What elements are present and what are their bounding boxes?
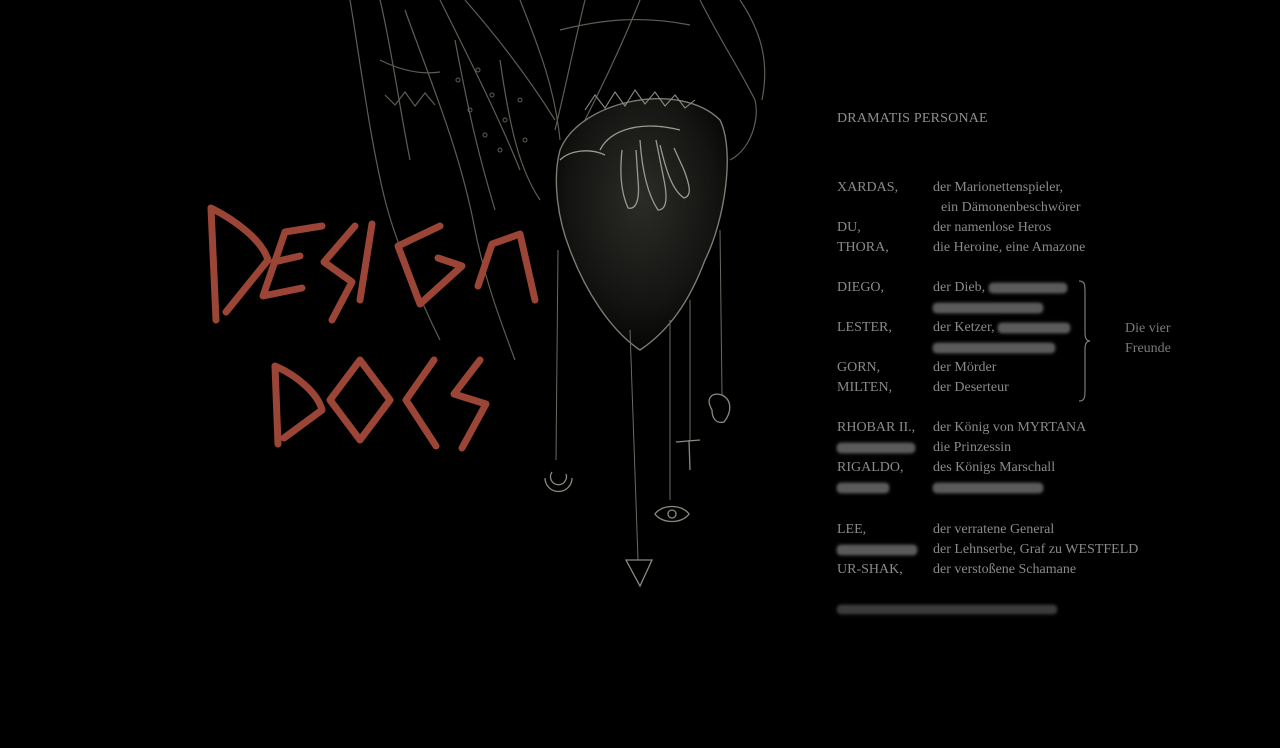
cast-row: LESTER, der Ketzer, [837, 318, 1257, 338]
redaction-mark [933, 482, 1043, 493]
cast-row [837, 298, 1257, 318]
redaction-mark [933, 342, 1055, 353]
robe-dots [455, 67, 528, 153]
group-label: Die vier Freunde [1125, 319, 1171, 359]
cast-name [837, 540, 917, 560]
cast-row: XARDAS, der Marionettenspieler, [837, 178, 1257, 198]
cast-name: LEE, [837, 522, 867, 537]
cast-row: der Lehnserbe, Graf zu WESTFELD [837, 540, 1257, 560]
redaction-mark [837, 605, 1057, 615]
cast-role: der König von MYRTANA [933, 420, 1087, 435]
cast-row: MILTEN, der Deserteur [837, 378, 1257, 398]
cast-name: XARDAS, [837, 180, 899, 195]
cast-role: die Prinzessin [933, 440, 1012, 455]
cast-role: des Königs Marschall [933, 460, 1056, 475]
cast-row: RIGALDO, des Königs Marschall [837, 458, 1257, 478]
cast-row [837, 600, 1257, 620]
cast-name: RIGALDO, [837, 460, 904, 475]
cast-name: LESTER, [837, 320, 892, 335]
cast-row: DIEGO, der Dieb, [837, 278, 1257, 298]
cast-role: die Heroine, eine Amazone [933, 240, 1086, 255]
cast-name [837, 438, 915, 458]
redaction-mark [837, 442, 915, 453]
cast-role [933, 478, 1043, 498]
dramatis-personae-panel: DRAMATIS PERSONAE XARDAS, der Marionette… [837, 0, 1257, 748]
cast-role: der Deserteur [933, 380, 1009, 395]
redaction-mark [988, 282, 1067, 293]
cast-row: UR-SHAK, der verstoßene Schamane [837, 560, 1257, 580]
cast-role: der verstoßene Schamane [933, 562, 1077, 577]
cast-row: THORA, die Heroine, eine Amazone [837, 238, 1257, 258]
cast-row: ein Dämonenbeschwörer [837, 198, 1257, 218]
cast-name: THORA, [837, 240, 889, 255]
cast-role: der namenlose Heros [933, 220, 1052, 235]
cast-name: RHOBAR II., [837, 420, 916, 435]
cast-role: der Ketzer, [933, 318, 1071, 338]
cast-name: GORN, [837, 360, 881, 375]
cast-row: GORN, der Mörder [837, 358, 1257, 378]
mask-shape [555, 98, 728, 351]
cast-heading: DRAMATIS PERSONAE [837, 111, 988, 126]
cast-role: der verratene General [933, 522, 1055, 537]
cast-row [837, 338, 1257, 358]
cast-role: der Lehnserbe, Graf zu WESTFELD [933, 542, 1139, 557]
cast-row: RHOBAR II., der König von MYRTANA [837, 418, 1257, 438]
cast-role [933, 298, 1043, 318]
cast-role [933, 338, 1055, 358]
charms [544, 393, 731, 588]
cast-row: DU, der namenlose Heros [837, 218, 1257, 238]
cast-role: ein Dämonenbeschwörer [941, 200, 1081, 215]
cast-name: DU, [837, 220, 861, 235]
cast-name: DIEGO, [837, 280, 885, 295]
group-label-line: Freunde [1125, 341, 1171, 356]
redaction-mark [837, 482, 889, 493]
cast-name: UR-SHAK, [837, 562, 903, 577]
cast-role-text: der Dieb, [933, 280, 986, 295]
redaction-mark [933, 302, 1043, 313]
redaction-mark [837, 544, 917, 555]
group-bracket [1078, 280, 1091, 402]
cast-row: die Prinzessin [837, 438, 1257, 458]
cast-role-text: der Ketzer, [933, 320, 995, 335]
cast-role: der Dieb, [933, 278, 1067, 298]
cast-role: der Mörder [933, 360, 997, 375]
cast-name [837, 600, 1057, 620]
cast-row [837, 478, 1257, 498]
cast-row: LEE, der verratene General [837, 520, 1257, 540]
cast-role: der Marionettenspieler, [933, 180, 1064, 195]
cast-name [837, 478, 889, 498]
cast-name: MILTEN, [837, 380, 893, 395]
group-label-line: Die vier [1125, 321, 1171, 336]
redaction-mark [998, 322, 1071, 333]
design-docs-logo [207, 204, 539, 452]
